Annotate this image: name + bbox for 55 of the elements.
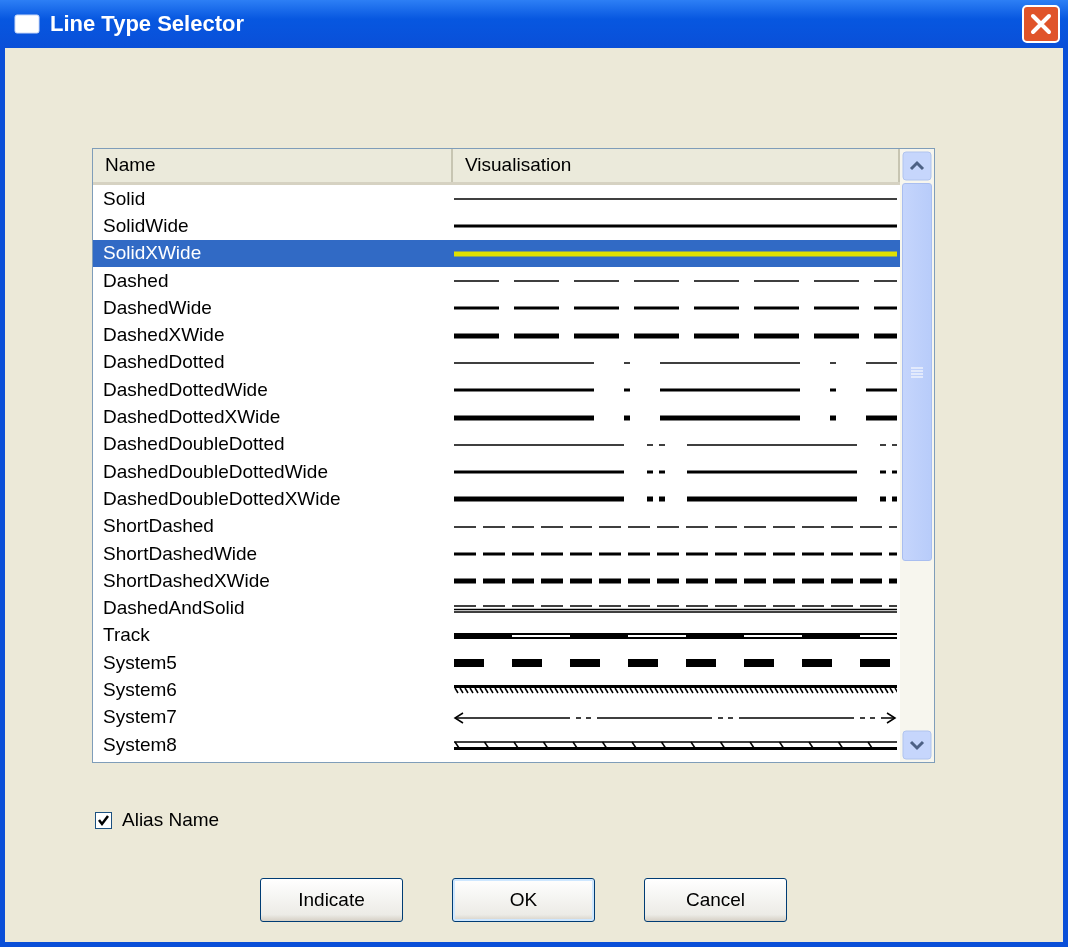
list-row[interactable]: ShortDashed	[93, 512, 900, 540]
line-type-name: ShortDashedXWide	[102, 569, 271, 592]
line-type-name: SolidWide	[102, 214, 190, 237]
list-row[interactable]: DashedDoubleDotted	[93, 430, 900, 458]
list-row[interactable]: ShortDashedXWide	[93, 567, 900, 595]
scrollbar[interactable]	[900, 149, 934, 762]
line-type-name: DashedXWide	[102, 324, 226, 347]
list-row[interactable]: DashedAndSolid	[93, 594, 900, 622]
list-row[interactable]: System5	[93, 649, 900, 677]
scroll-down-button[interactable]	[902, 730, 932, 760]
list-row[interactable]: DashedDottedWide	[93, 376, 900, 404]
line-type-name: DashedDottedWide	[102, 378, 269, 401]
scroll-up-button[interactable]	[902, 151, 932, 181]
line-type-name: DashedDoubleDottedXWide	[102, 487, 342, 510]
list-row[interactable]: DashedDoubleDottedWide	[93, 457, 900, 486]
list-row[interactable]: System7	[93, 703, 900, 731]
close-button[interactable]	[1022, 5, 1060, 43]
list-row[interactable]: DashedDoubleDottedXWide	[93, 485, 900, 513]
alias-name-checkbox[interactable]	[95, 811, 112, 829]
line-type-name: Track	[102, 624, 151, 647]
list-row[interactable]: SolidXWide	[93, 239, 900, 267]
list-row[interactable]: DashedDotted	[93, 348, 900, 377]
dialog-button[interactable]: Indicate	[260, 878, 403, 922]
window-icon	[14, 14, 40, 34]
line-type-name: DashedDotted	[102, 351, 226, 374]
line-type-name: System6	[102, 679, 178, 701]
line-type-name: Dashed	[102, 269, 170, 292]
list-row[interactable]: SolidWide	[93, 212, 900, 240]
line-type-name: DashedAndSolid	[102, 597, 246, 620]
line-type-name: System7	[102, 706, 178, 729]
list-row[interactable]: Dashed	[93, 266, 900, 295]
line-type-name: System5	[102, 651, 178, 674]
dialog-button[interactable]: OK	[452, 878, 595, 922]
line-type-name: DashedWide	[102, 296, 213, 319]
line-type-name: ShortDashed	[102, 515, 215, 538]
line-type-name: DashedDoubleDottedWide	[102, 460, 329, 483]
checkbox-label: Alias Name	[122, 809, 220, 831]
list-row[interactable]: System6	[93, 676, 900, 704]
list-row[interactable]: DashedDottedXWide	[93, 403, 900, 431]
list-row[interactable]: Track	[93, 621, 900, 650]
dialog-button[interactable]: Cancel	[644, 878, 787, 922]
line-type-name: DashedDottedXWide	[102, 406, 282, 428]
scroll-thumb[interactable]	[902, 183, 932, 561]
line-type-name: System8	[102, 733, 178, 756]
line-type-name: SolidXWide	[102, 242, 203, 265]
list-row[interactable]: DashedWide	[93, 294, 900, 322]
line-type-name: ShortDashedWide	[102, 542, 259, 565]
column-header[interactable]: Name	[93, 149, 453, 182]
line-type-name: DashedDoubleDotted	[102, 433, 286, 456]
list-row[interactable]: ShortDashedWide	[93, 539, 900, 568]
line-type-name: Solid	[102, 187, 147, 210]
list-row[interactable]: DashedXWide	[93, 321, 900, 349]
list-row[interactable]: System8	[93, 730, 900, 759]
list-row[interactable]: Solid	[93, 185, 900, 213]
window-title: Line Type Selector	[50, 11, 245, 37]
